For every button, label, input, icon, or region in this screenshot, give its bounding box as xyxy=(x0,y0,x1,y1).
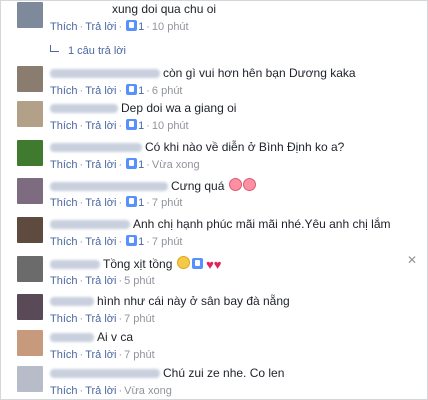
reply-link[interactable]: Trả lời xyxy=(85,275,116,287)
avatar[interactable] xyxy=(17,330,43,356)
avatar[interactable] xyxy=(17,140,43,166)
heart-icon: ♥ xyxy=(213,257,222,272)
like-link[interactable]: Thích xyxy=(50,21,78,33)
comment-text: hình như cái này ở sân bay đà nẵng xyxy=(50,294,290,308)
timestamp[interactable]: 10 phút xyxy=(152,21,189,33)
comment-text: Ai v ca xyxy=(50,330,133,344)
comment-text: Chú zui ze nhe. Co len xyxy=(50,366,284,380)
author-name[interactable] xyxy=(50,69,160,79)
reply-link[interactable]: Trả lời xyxy=(85,197,116,209)
avatar[interactable] xyxy=(17,256,43,282)
comment-actions: Thích · Trả lời · 7 phút xyxy=(50,313,155,325)
like-count[interactable]: 1 xyxy=(138,85,144,97)
reply-arrow-icon xyxy=(50,45,59,52)
like-link[interactable]: Thích xyxy=(50,120,78,132)
author-name[interactable] xyxy=(50,220,130,230)
comment-actions: Thích · Trả lời · 5 phút xyxy=(50,275,155,287)
avatar[interactable] xyxy=(17,178,43,204)
avatar[interactable] xyxy=(17,101,43,127)
comment-actions: Thích · Trả lời · 1 · 10 phút xyxy=(50,119,189,132)
reply-link[interactable]: Trả lời xyxy=(85,159,116,171)
like-link[interactable]: Thích xyxy=(50,313,78,325)
like-link[interactable]: Thích xyxy=(50,349,78,361)
avatar[interactable] xyxy=(17,217,43,243)
comment-text: Tồng xịt tồng ♥♥ xyxy=(50,256,222,271)
heart-icon: ♥ xyxy=(206,257,214,272)
comment-text: Dep doi wa a giang oi xyxy=(50,101,236,115)
comment-actions: Thích · Trả lời · 7 phút xyxy=(50,349,155,361)
timestamp[interactable]: 7 phút xyxy=(152,236,183,248)
comment-text: Anh chị hạnh phúc mãi mãi nhé.Yêu anh ch… xyxy=(50,217,391,231)
reply-link[interactable]: Trả lời xyxy=(85,385,116,397)
timestamp[interactable]: Vừa xong xyxy=(124,385,172,397)
view-replies-link[interactable]: 1 câu trả lời xyxy=(50,45,126,57)
like-link[interactable]: Thích xyxy=(50,85,78,97)
close-icon[interactable]: ✕ xyxy=(407,253,417,267)
timestamp[interactable]: Vừa xong xyxy=(152,159,200,171)
author-name[interactable] xyxy=(50,182,168,192)
author-name[interactable] xyxy=(50,260,100,270)
author-name[interactable] xyxy=(50,333,94,343)
grin-emoji-icon xyxy=(176,256,190,269)
reply-link[interactable]: Trả lời xyxy=(85,21,116,33)
timestamp[interactable]: 5 phút xyxy=(124,275,155,287)
like-link[interactable]: Thích xyxy=(50,275,78,287)
comment-text: Cưng quá xyxy=(50,178,256,193)
timestamp[interactable]: 7 phút xyxy=(124,313,155,325)
thumbs-up-icon xyxy=(191,258,203,269)
reply-link[interactable]: Trả lời xyxy=(85,349,116,361)
like-link[interactable]: Thích xyxy=(50,197,78,209)
comment-actions: Thích · Trả lời · Vừa xong xyxy=(50,385,172,397)
comment-text: Có khi nào về diễn ở Bình Định ko a? xyxy=(50,140,344,154)
comment-text: còn gì vui hơn hên bạn Dương kaka xyxy=(50,66,356,80)
timestamp[interactable]: 10 phút xyxy=(152,120,189,132)
reply-link[interactable]: Trả lời xyxy=(85,120,116,132)
author-name[interactable] xyxy=(50,143,142,153)
like-icon xyxy=(126,158,138,169)
timestamp[interactable]: 7 phút xyxy=(124,349,155,361)
comment-text: xung doi qua chu oi xyxy=(112,2,217,16)
author-name[interactable] xyxy=(50,104,118,114)
author-name[interactable] xyxy=(50,297,94,307)
like-count[interactable]: 1 xyxy=(138,159,144,171)
avatar[interactable] xyxy=(17,294,43,320)
like-icon xyxy=(126,119,138,130)
like-icon xyxy=(126,20,138,31)
comment-actions: Thích · Trả lời · 1 · Vừa xong xyxy=(50,158,200,171)
like-icon xyxy=(126,235,138,246)
like-link[interactable]: Thích xyxy=(50,385,78,397)
heart-emoji-icon xyxy=(228,178,242,191)
avatar[interactable] xyxy=(17,366,43,392)
like-icon xyxy=(126,196,138,207)
reply-link[interactable]: Trả lời xyxy=(85,313,116,325)
like-count[interactable]: 1 xyxy=(138,21,144,33)
like-count[interactable]: 1 xyxy=(138,236,144,248)
comment-actions: Thích · Trả lời · 1 · 10 phút xyxy=(50,20,189,33)
avatar[interactable] xyxy=(17,2,43,28)
like-count[interactable]: 1 xyxy=(138,197,144,209)
comment-actions: Thích · Trả lời · 1 · 7 phút xyxy=(50,235,183,248)
like-link[interactable]: Thích xyxy=(50,159,78,171)
reply-link[interactable]: Trả lời xyxy=(85,85,116,97)
reply-link[interactable]: Trả lời xyxy=(85,236,116,248)
like-count[interactable]: 1 xyxy=(138,120,144,132)
like-icon xyxy=(126,84,138,95)
comment-actions: Thích · Trả lời · 1 · 6 phút xyxy=(50,84,183,97)
timestamp[interactable]: 6 phút xyxy=(152,85,183,97)
avatar[interactable] xyxy=(17,66,43,92)
comment-actions: Thích · Trả lời · 1 · 7 phút xyxy=(50,196,183,209)
heart-emoji-icon xyxy=(242,178,256,191)
author-name[interactable] xyxy=(50,369,160,379)
like-link[interactable]: Thích xyxy=(50,236,78,248)
timestamp[interactable]: 7 phút xyxy=(152,197,183,209)
